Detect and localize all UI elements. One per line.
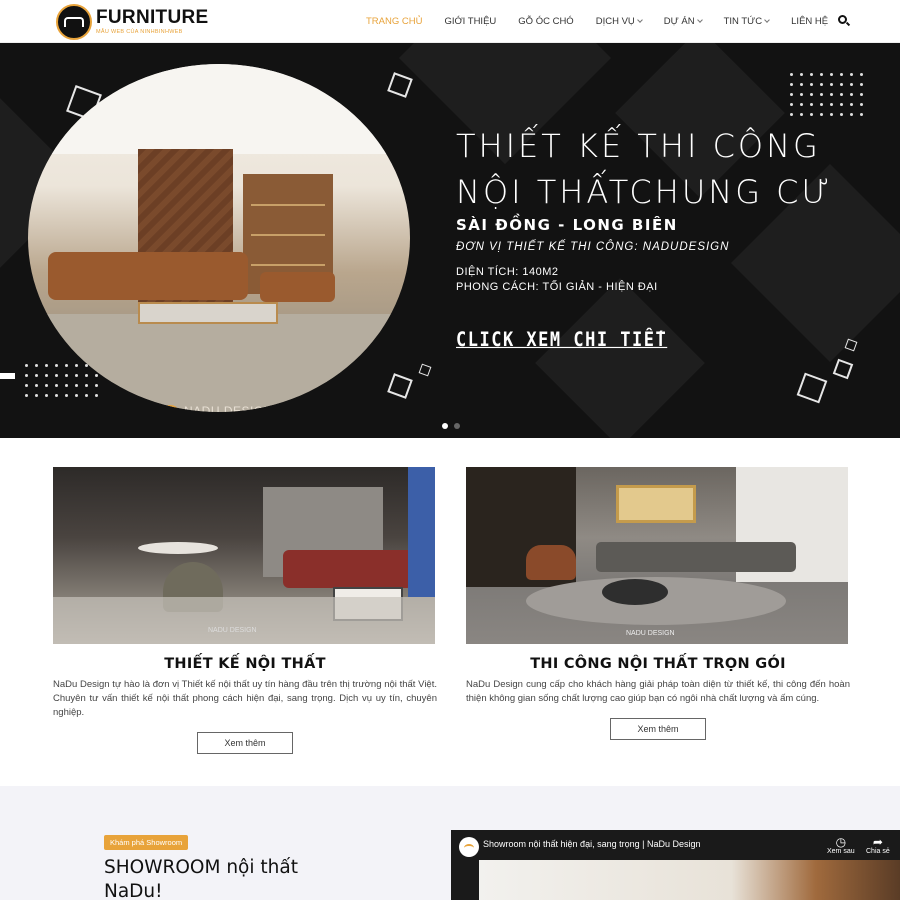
hero-area: DIỆN TÍCH: 140M2 <box>456 266 559 278</box>
chevron-down-icon <box>696 17 703 23</box>
showroom-title: SHOWROOM nội thất NaDu! <box>104 857 298 902</box>
showroom-tag: Khám phá Showroom <box>104 835 189 850</box>
channel-avatar[interactable] <box>459 837 479 857</box>
service-description: NaDu Design cung cấp cho khách hàng giải… <box>466 679 850 704</box>
service-title: THI CÔNG NỘI THẤT TRỌN GÓI <box>530 656 786 672</box>
read-more-button[interactable]: Xem thêm <box>610 718 706 740</box>
hero-watermark: NADU DESIGN <box>184 404 273 412</box>
nav-item-3[interactable]: DỊCH VỤ <box>596 16 643 27</box>
decor-bar <box>0 373 15 379</box>
hero-subtitle: SÀI ĐỒNG - LONG BIÊN <box>456 216 678 234</box>
slider-dots <box>442 423 460 429</box>
nav-item-6[interactable]: LIÊN HỆ <box>791 16 828 27</box>
service-description: NaDu Design tự hào là đơn vị Thiết kế nộ… <box>53 679 437 718</box>
service-title: THIẾT KẾ NỘI THẤT <box>164 656 326 672</box>
hero-title: THIẾT KẾ THI CÔNG NỘI THẤTCHUNG CƯ <box>456 127 833 211</box>
site-logo[interactable]: FURNITURE MẪU WEB CỦA NINHBINHWEB <box>56 3 209 40</box>
main-nav: TRANG CHỦ GIỚI THIỆU GỖ ÓC CHÓ DỊCH VỤ DỰ ÁN… <box>366 0 850 43</box>
read-more-button[interactable]: Xem thêm <box>197 732 293 754</box>
nav-item-5[interactable]: TIN TỨC <box>724 16 770 27</box>
clock-icon: ◷ <box>835 835 847 849</box>
chevron-down-icon <box>636 17 643 23</box>
hero-slider: NADU DESIGN THIẾT KẾ THI CÔNG NỘI THẤTCH… <box>0 43 900 438</box>
search-icon[interactable] <box>838 15 851 27</box>
nav-item-4[interactable]: DỰ ÁN <box>664 16 703 27</box>
service-image: NADU DESIGN <box>53 467 435 644</box>
decor-square <box>844 338 858 352</box>
hero-cta-link[interactable]: CLICK XEM CHI TIẾT <box>456 329 667 352</box>
hero-unit: ĐƠN VỊ THIẾT KẾ THI CÔNG: NADUDESIGN <box>456 241 730 253</box>
decor-tile <box>535 278 705 438</box>
logo-text: FURNITURE <box>96 7 209 28</box>
showroom-video[interactable]: Showroom nội thất hiện đại, sang trọng |… <box>451 830 900 900</box>
share-button[interactable]: ➦ Chia sẻ <box>866 836 890 855</box>
nadu-logo-icon <box>162 405 178 412</box>
image-watermark: NADU DESIGN <box>626 630 675 637</box>
nav-item-0[interactable]: TRANG CHỦ <box>366 16 422 27</box>
decor-square <box>418 363 432 377</box>
hero-image: NADU DESIGN <box>28 64 410 412</box>
slider-dot[interactable] <box>454 423 460 429</box>
slider-dot[interactable] <box>442 423 448 429</box>
watch-later-button[interactable]: ◷ Xem sau <box>827 836 855 855</box>
site-header: FURNITURE MẪU WEB CỦA NINHBINHWEB TRANG … <box>0 0 900 43</box>
hero-style: PHONG CÁCH: TỐI GIẢN - HIỆN ĐẠI <box>456 281 658 293</box>
showroom-section: Khám phá Showroom SHOWROOM nội thất NaDu… <box>0 786 900 902</box>
nav-item-2[interactable]: GỖ ÓC CHÓ <box>518 16 573 27</box>
service-image: NADU DESIGN <box>466 467 848 644</box>
decor-square <box>832 358 854 380</box>
decor-square <box>796 372 828 404</box>
logo-subtext: MẪU WEB CỦA NINHBINHWEB <box>96 29 183 35</box>
chevron-down-icon <box>764 17 770 23</box>
decor-dots <box>790 73 863 116</box>
nav-item-1[interactable]: GIỚI THIỆU <box>444 16 496 27</box>
service-card-design: NADU DESIGN THIẾT KẾ NỘI THẤT NaDu Desig… <box>53 467 437 754</box>
video-title[interactable]: Showroom nội thất hiện đại, sang trọng |… <box>483 839 700 849</box>
share-icon: ➦ <box>872 835 883 849</box>
sofa-logo-icon <box>56 3 92 40</box>
image-watermark: NADU DESIGN <box>208 627 257 634</box>
service-card-construction: NADU DESIGN THI CÔNG NỘI THẤT TRỌN GÓI N… <box>466 467 850 740</box>
